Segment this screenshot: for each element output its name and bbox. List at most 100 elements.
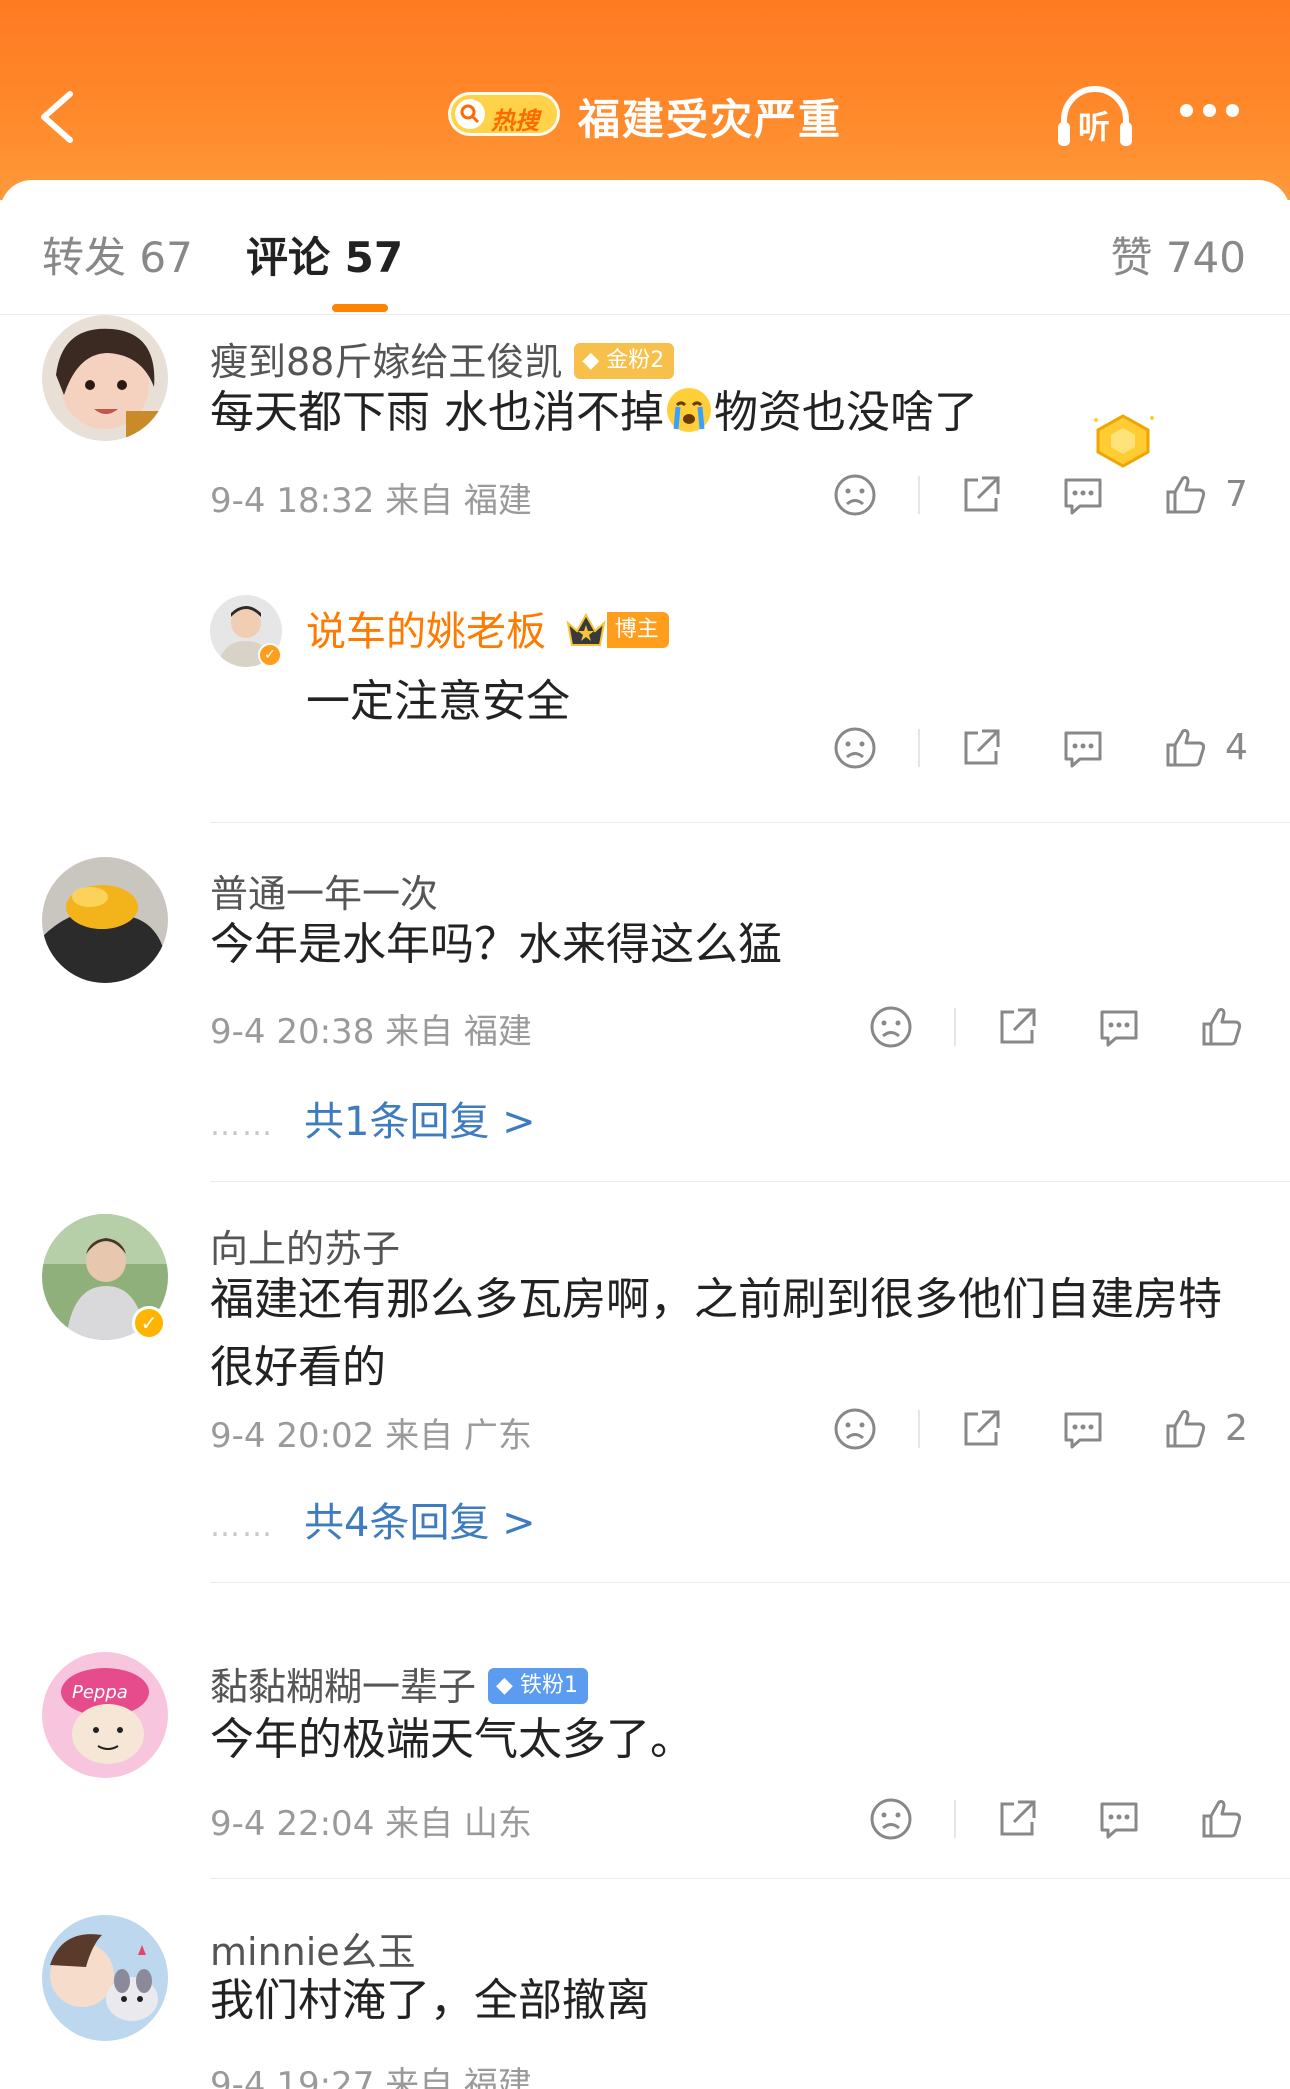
topic-title[interactable]: 福建受灾严重 (578, 86, 842, 147)
dislike-button[interactable] (830, 723, 880, 773)
like-button[interactable] (1160, 470, 1210, 520)
comment-username[interactable]: 向上的苏子 (210, 1218, 400, 1273)
like-count: 4 (1225, 727, 1248, 768)
action-separator (954, 1800, 956, 1838)
comment-icon (1100, 1010, 1138, 1047)
topic-header: 热搜 福建受灾严重 听 (0, 0, 1290, 200)
share-button[interactable] (992, 1002, 1042, 1052)
action-separator (918, 476, 920, 514)
replies-dots: …… (210, 1509, 274, 1544)
crown-icon (565, 611, 607, 649)
back-button[interactable] (30, 82, 90, 152)
comment-username[interactable]: 普通一年一次 (210, 863, 438, 918)
fan-badge-label: 金粉2 (606, 347, 665, 373)
comment-divider (210, 822, 1290, 823)
share-icon (964, 1410, 1000, 1446)
reply-username-text: 说车的姚老板 (306, 609, 546, 655)
share-icon (964, 476, 1000, 512)
fan-badge[interactable]: ◆ 铁粉1 (488, 1667, 588, 1704)
dot-icon (1180, 104, 1193, 117)
comment-meta: 9-4 18:32 来自 福建 (210, 481, 532, 521)
avatar[interactable] (42, 1915, 168, 2041)
dislike-button[interactable] (830, 470, 880, 520)
comment-actions: 2 (830, 1404, 1250, 1460)
tab-like[interactable]: 赞 740 (1110, 224, 1246, 285)
listen-label: 听 (1078, 108, 1111, 146)
thumbs-up-icon (1166, 729, 1206, 767)
svg-text:Peppa: Peppa (72, 1682, 128, 1703)
share-button[interactable] (956, 723, 1006, 773)
comment-text[interactable]: 每天都下雨 水也消不掉 物资也没啥了 (210, 379, 1110, 447)
comment-meta: 9-4 19:27 来自 福建 (210, 2065, 532, 2089)
reply-username[interactable]: 说车的姚老板 博主 (306, 599, 669, 657)
avatar[interactable] (42, 857, 168, 983)
like-count: 2 (1225, 1408, 1248, 1449)
comment-sheet: 转发 67 评论 57 赞 740 瘦到88斤嫁给王俊凯 ◆ 金粉2 每天都下雨 … (0, 180, 1290, 2089)
comment-actions: 7 (830, 470, 1250, 526)
frown-face-icon (834, 1408, 876, 1450)
view-replies-link[interactable]: …… 共4条回复 > (210, 1490, 536, 1548)
share-button[interactable] (956, 470, 1006, 520)
comment-meta: 9-4 22:04 来自 山东 (210, 1804, 532, 1844)
avatar[interactable] (42, 315, 168, 441)
view-replies-link[interactable]: …… 共1条回复 > (210, 1089, 536, 1147)
dislike-button[interactable] (866, 1002, 916, 1052)
replies-dots: …… (210, 1108, 274, 1143)
comment-text[interactable]: 今年的极端天气太多了。 (210, 1706, 1250, 1774)
tab-comment[interactable]: 评论 57 (246, 224, 404, 312)
thumbs-up-icon (1202, 1008, 1242, 1046)
verified-icon: ✓ (258, 643, 282, 667)
dislike-button[interactable] (830, 1404, 880, 1454)
comment-text[interactable]: 我们村淹了，全部撤离 (210, 1967, 1250, 2035)
like-count: 7 (1225, 474, 1248, 515)
share-button[interactable] (992, 1794, 1042, 1844)
like-button[interactable] (1196, 1794, 1246, 1844)
comment-divider (210, 1181, 1290, 1182)
comment-username[interactable]: 瘦到88斤嫁给王俊凯 ◆ 金粉2 (210, 331, 675, 386)
comment-icon (1064, 478, 1102, 515)
frown-face-icon (834, 727, 876, 769)
more-options-button[interactable] (1180, 102, 1250, 132)
comment-meta: 9-4 20:38 来自 福建 (210, 1012, 532, 1052)
fan-badge[interactable]: ◆ 金粉2 (574, 342, 675, 379)
reply-button[interactable] (1058, 470, 1108, 520)
like-button[interactable] (1196, 1002, 1246, 1052)
comment-text[interactable]: 福建还有那么多瓦房啊，之前刷到很多他们自建房特很好看的 (210, 1266, 1230, 1402)
reply-button[interactable] (1094, 1002, 1144, 1052)
hot-search-label: 热搜 (491, 107, 539, 135)
frown-face-icon (834, 474, 876, 516)
share-button[interactable] (956, 1404, 1006, 1454)
tab-bar: 转发 67 评论 57 赞 740 (0, 180, 1290, 315)
comment-username[interactable]: 黏黏糊糊一辈子 ◆ 铁粉1 (210, 1656, 588, 1711)
listen-button[interactable]: 听 (1054, 82, 1136, 152)
reply-button[interactable] (1058, 1404, 1108, 1454)
like-button[interactable] (1160, 1404, 1210, 1454)
active-tab-indicator (332, 304, 388, 312)
action-separator (954, 1008, 956, 1046)
hot-search-badge[interactable]: 热搜 (448, 92, 560, 136)
comment-actions (866, 1794, 1250, 1850)
action-separator (918, 1410, 920, 1448)
thumbs-up-icon (1166, 1410, 1206, 1448)
dot-icon (1203, 104, 1216, 117)
share-icon (964, 729, 1000, 765)
tab-repost[interactable]: 转发 67 (42, 224, 193, 285)
like-button[interactable] (1160, 723, 1210, 773)
comment-text[interactable]: 今年是水年吗？水来得这么猛 (210, 911, 1250, 979)
reply-button[interactable] (1058, 723, 1108, 773)
crying-face-icon (667, 388, 711, 432)
comment-actions (866, 1002, 1250, 1058)
comment-text-part: 物资也没啥了 (714, 387, 978, 438)
dislike-button[interactable] (866, 1794, 916, 1844)
blogger-badge: 博主 (606, 612, 669, 648)
thumbs-up-icon (1166, 476, 1206, 514)
reply-button[interactable] (1094, 1794, 1144, 1844)
comment-meta: 9-4 20:02 来自 广东 (210, 1416, 532, 1456)
reply-actions: 4 (830, 723, 1250, 779)
replies-label: 共1条回复 > (304, 1099, 536, 1145)
comment-icon (1064, 1412, 1102, 1449)
reply-text[interactable]: 一定注意安全 (306, 665, 570, 729)
tab-comment-label: 评论 57 (246, 233, 404, 282)
avatar[interactable]: Peppa (42, 1652, 168, 1778)
username-text: 黏黏糊糊一辈子 (210, 1665, 477, 1709)
